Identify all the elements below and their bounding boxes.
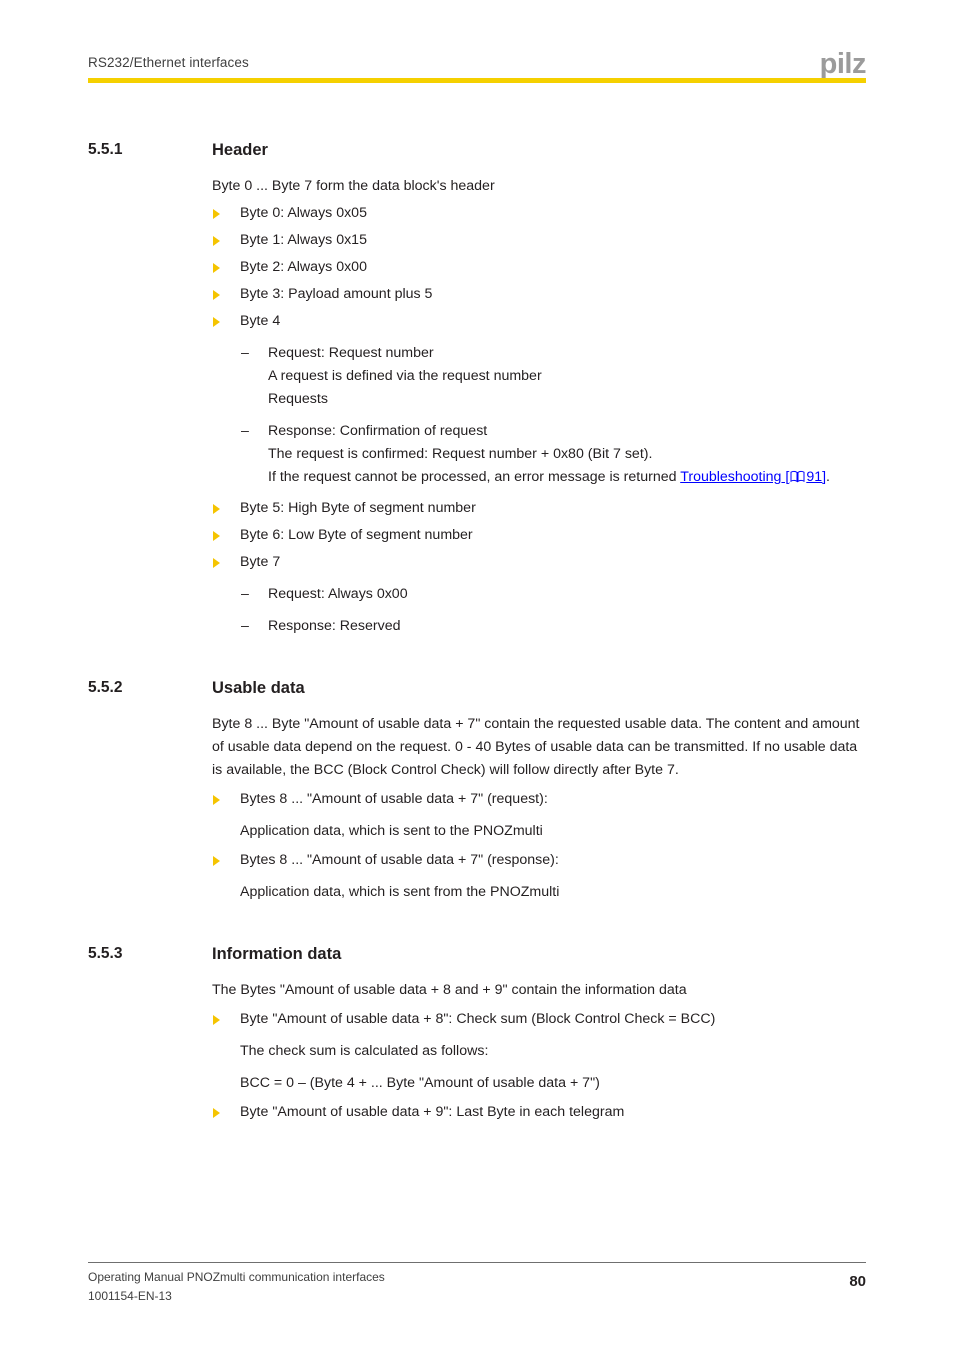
page-number: 80 [849, 1273, 866, 1290]
list-item-label: Byte "Amount of usable data + 8": Check … [240, 1011, 716, 1027]
section-5-5-3: 5.5.3 Information data The Bytes "Amount… [0, 944, 954, 1124]
triangle-bullet-icon [213, 290, 220, 300]
section-number: 5.5.1 [88, 141, 123, 158]
sub-list-line: Request: Always 0x00 [268, 586, 408, 602]
list-item-label: Byte 7 [240, 554, 281, 570]
sub-list-line: Response: Reserved [268, 618, 401, 634]
list-item-label: Byte 0: Always 0x05 [240, 205, 367, 221]
list-item-note: The check sum is calculated as follows: [240, 1043, 489, 1059]
book-icon [790, 468, 805, 491]
bullet-list: Bytes 8 ... "Amount of usable data + 7" … [0, 788, 954, 811]
bracket-open: [ [781, 469, 790, 485]
bullet-list: Byte 5: High Byte of segment number Byte… [0, 497, 954, 574]
list-item: Byte 0: Always 0x05 [212, 202, 866, 225]
checksum-formula: BCC = 0 – (Byte 4 + ... Byte "Amount of … [240, 1075, 600, 1091]
list-item: Byte 7 [212, 551, 866, 574]
list-item-label: Bytes 8 ... "Amount of usable data + 7" … [240, 852, 559, 868]
dash-bullet-icon: – [241, 423, 249, 439]
sub-list-line: A request is defined via the request num… [268, 368, 542, 384]
section-5-5-2: 5.5.2 Usable data Byte 8 ... Byte "Amoun… [0, 678, 954, 904]
pilz-logo: pilz [819, 48, 867, 80]
sub-bullet-list: – Request: Always 0x00 – Response: Reser… [0, 583, 954, 638]
crossreference-prefix-text: If the request cannot be processed, an e… [268, 469, 681, 485]
section-heading: 5.5.2 Usable data [0, 678, 954, 704]
troubleshooting-link-label: Troubleshooting [680, 469, 782, 485]
dash-bullet-icon: – [241, 345, 249, 361]
section-5-5-1: 5.5.1 Header Byte 0 ... Byte 7 form the … [0, 140, 954, 638]
bullet-list: Byte 0: Always 0x05 Byte 1: Always 0x15 … [0, 202, 954, 333]
list-item: Byte 1: Always 0x15 [212, 229, 866, 252]
list-item-note: Application data, which is sent to the P… [240, 823, 543, 839]
list-item-label: Bytes 8 ... "Amount of usable data + 7" … [240, 791, 548, 807]
section-title: Usable data [212, 679, 305, 697]
section-number: 5.5.3 [88, 945, 123, 962]
section-intro-paragraph: The Bytes "Amount of usable data + 8 and… [212, 982, 687, 998]
bullet-list: Byte "Amount of usable data + 8": Check … [0, 1008, 954, 1031]
triangle-bullet-icon [213, 531, 220, 541]
dash-bullet-icon: – [241, 618, 249, 634]
sub-bullet-list: – Request: Request number A request is d… [0, 342, 954, 491]
triangle-bullet-icon [213, 558, 220, 568]
section-intro-paragraph: Byte 0 ... Byte 7 form the data block's … [212, 178, 495, 194]
footer-document-info: Operating Manual PNOZmulti communication… [88, 1268, 385, 1306]
section-title: Information data [212, 945, 342, 963]
sub-list-line: Requests [268, 391, 328, 407]
list-item: Byte 5: High Byte of segment number [212, 497, 866, 520]
page-reference-number: 91 [806, 469, 823, 485]
document-page: RS232/Ethernet interfaces pilz 5.5.1 Hea… [0, 0, 954, 1350]
list-item: Byte 4 [212, 310, 866, 333]
sub-list-line: The request is confirmed: Request number… [268, 446, 653, 462]
list-item: Byte 2: Always 0x00 [212, 256, 866, 279]
section-title: Header [212, 141, 268, 159]
document-content: 5.5.1 Header Byte 0 ... Byte 7 form the … [0, 140, 954, 1124]
triangle-bullet-icon [213, 236, 220, 246]
sub-list-item: – Request: Request number A request is d… [240, 342, 866, 411]
dash-bullet-icon: – [241, 586, 249, 602]
triangle-bullet-icon [213, 317, 220, 327]
triangle-bullet-icon [213, 263, 220, 273]
sub-list-line-with-crossreference: If the request cannot be processed, an e… [268, 466, 866, 491]
list-item-label: Byte 3: Payload amount plus 5 [240, 286, 433, 302]
list-item: Bytes 8 ... "Amount of usable data + 7" … [212, 849, 866, 872]
sub-list-item: – Response: Reserved [240, 615, 866, 638]
header-rule [88, 78, 866, 83]
footer-document-number: 1001154-EN-13 [88, 1289, 172, 1303]
triangle-bullet-icon [213, 504, 220, 514]
section-heading: 5.5.3 Information data [0, 944, 954, 970]
list-item: Byte "Amount of usable data + 8": Check … [212, 1008, 866, 1031]
bullet-list: Bytes 8 ... "Amount of usable data + 7" … [0, 849, 954, 872]
list-item-label: Byte "Amount of usable data + 9": Last B… [240, 1104, 625, 1120]
sub-list-item: – Response: Confirmation of request The … [240, 420, 866, 491]
bullet-list: Byte "Amount of usable data + 9": Last B… [0, 1101, 954, 1124]
section-intro-paragraph: Byte 8 ... Byte "Amount of usable data +… [212, 716, 860, 778]
troubleshooting-link[interactable]: Troubleshooting [91] [680, 469, 826, 485]
section-heading: 5.5.1 Header [0, 140, 954, 166]
triangle-bullet-icon [213, 1015, 220, 1025]
list-item-label: Byte 6: Low Byte of segment number [240, 527, 473, 543]
list-item-label: Byte 1: Always 0x15 [240, 232, 367, 248]
list-item-note: Application data, which is sent from the… [240, 884, 560, 900]
sub-list-line: Request: Request number [268, 345, 434, 361]
list-item: Byte 3: Payload amount plus 5 [212, 283, 866, 306]
list-item-label: Byte 4 [240, 313, 281, 329]
running-header-title: RS232/Ethernet interfaces [88, 55, 249, 70]
footer-manual-title: Operating Manual PNOZmulti communication… [88, 1270, 385, 1284]
list-item: Byte "Amount of usable data + 9": Last B… [212, 1101, 866, 1124]
triangle-bullet-icon [213, 209, 220, 219]
triangle-bullet-icon [213, 856, 220, 866]
list-item: Bytes 8 ... "Amount of usable data + 7" … [212, 788, 866, 811]
triangle-bullet-icon [213, 1108, 220, 1118]
crossreference-suffix-text: . [826, 469, 830, 485]
list-item-label: Byte 2: Always 0x00 [240, 259, 367, 275]
triangle-bullet-icon [213, 795, 220, 805]
list-item: Byte 6: Low Byte of segment number [212, 524, 866, 547]
section-number: 5.5.2 [88, 679, 123, 696]
sub-list-line: Response: Confirmation of request [268, 423, 488, 439]
footer-rule [88, 1262, 866, 1263]
list-item-label: Byte 5: High Byte of segment number [240, 500, 476, 516]
sub-list-item: – Request: Always 0x00 [240, 583, 866, 606]
